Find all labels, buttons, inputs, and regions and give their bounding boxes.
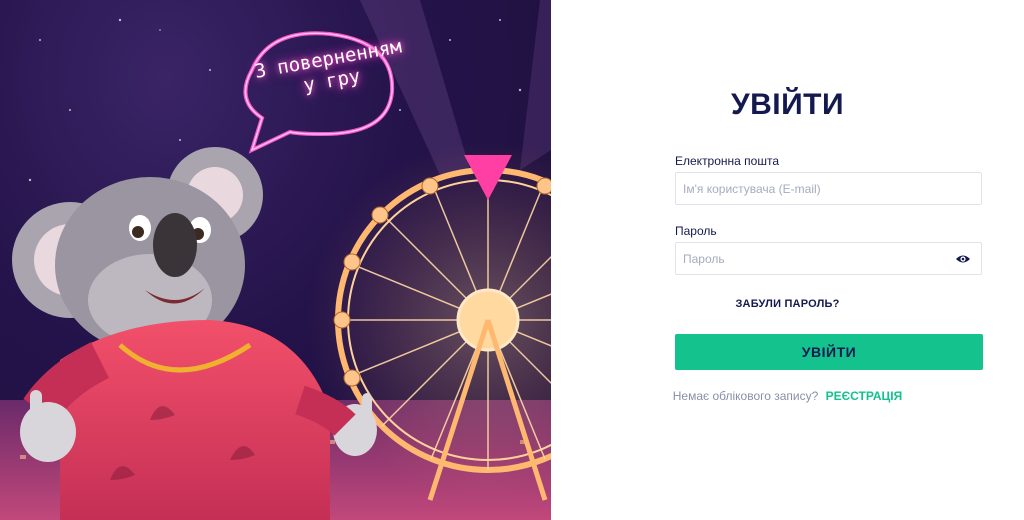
email-field[interactable] bbox=[676, 173, 981, 204]
eye-icon[interactable] bbox=[955, 252, 971, 266]
email-label: Електронна пошта bbox=[675, 154, 780, 168]
login-panel: УВІЙТИ Електронна пошта Пароль ЗАБУЛИ ПА… bbox=[551, 0, 1024, 520]
hero-banner: З поверненням у гру bbox=[0, 0, 551, 520]
email-field-wrapper bbox=[675, 172, 982, 205]
login-button[interactable]: УВІЙТИ bbox=[675, 334, 983, 370]
password-label: Пароль bbox=[675, 224, 717, 238]
no-account-text: Немає облікового запису? bbox=[672, 389, 819, 403]
register-link[interactable]: РЕЄСТРАЦІЯ bbox=[826, 389, 903, 403]
page-title: УВІЙТИ bbox=[730, 88, 845, 121]
password-field[interactable] bbox=[676, 243, 981, 274]
login-page: З поверненням у гру УВІЙТИ Електронна по… bbox=[0, 0, 1024, 520]
register-prompt: Немає облікового запису? РЕЄСТРАЦІЯ bbox=[551, 389, 1024, 403]
forgot-password-link[interactable]: ЗАБУЛИ ПАРОЛЬ? bbox=[551, 298, 1024, 310]
password-field-wrapper bbox=[675, 242, 982, 275]
